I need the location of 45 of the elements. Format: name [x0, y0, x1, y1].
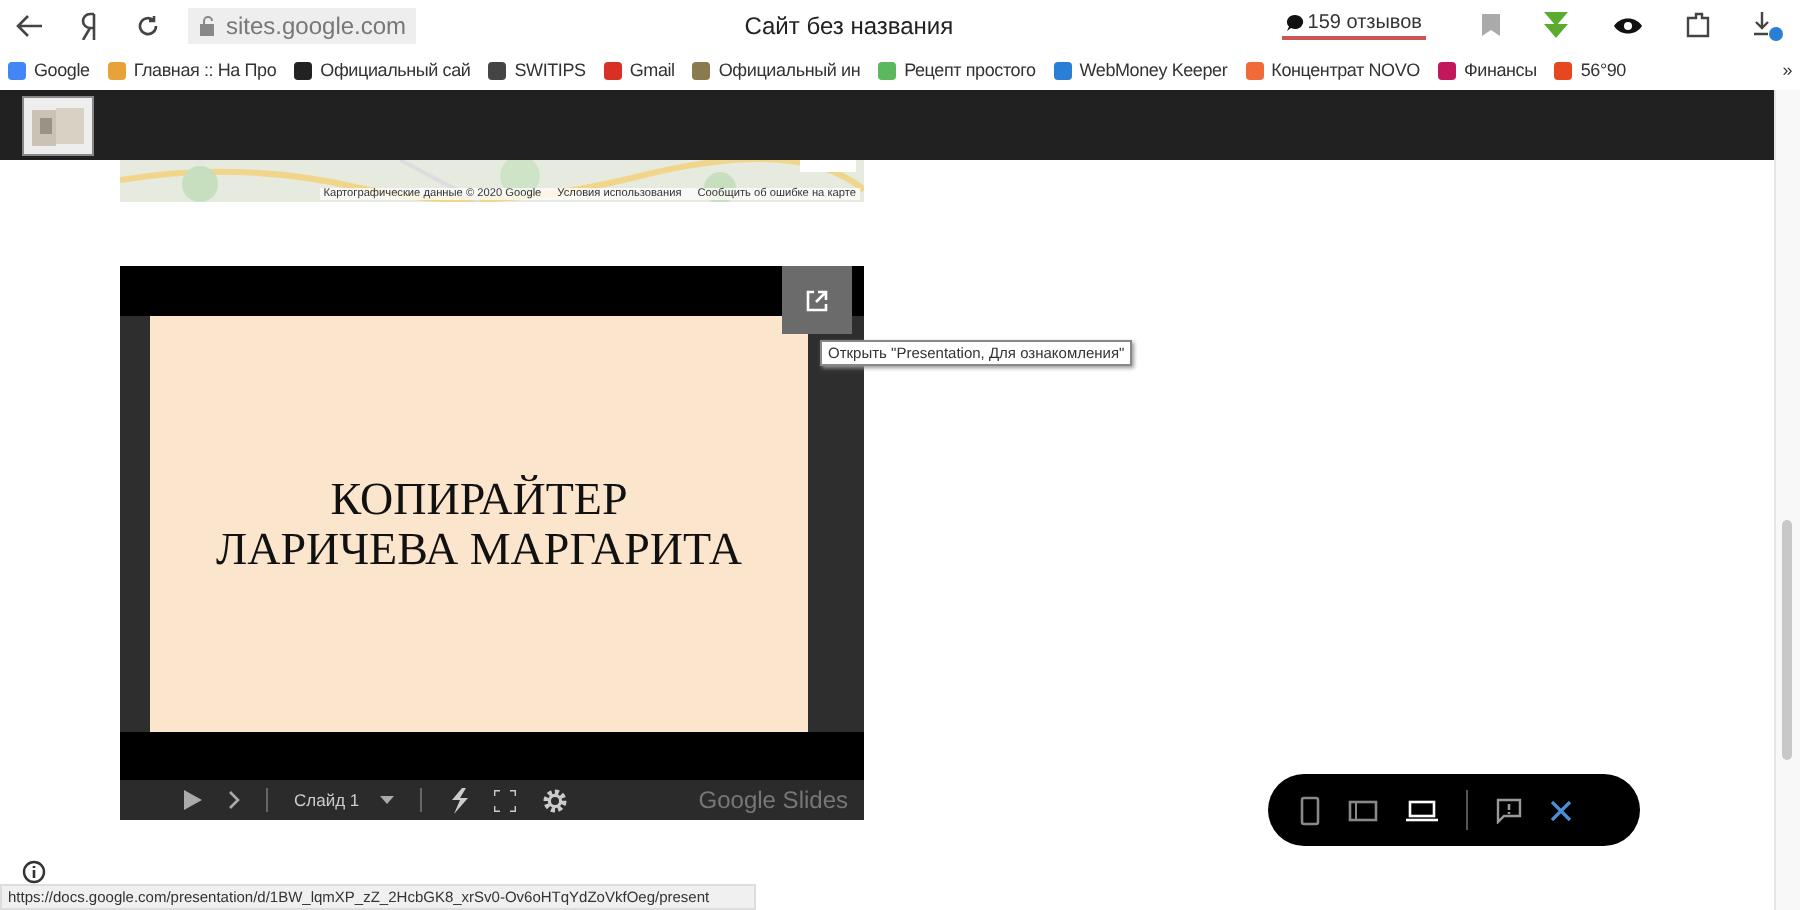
- brand-text: Google Slides: [698, 786, 848, 814]
- extension-icon[interactable]: [1684, 11, 1712, 39]
- slide-selector[interactable]: Слайд 1: [294, 790, 394, 810]
- download-arrow-icon[interactable]: [1540, 11, 1572, 39]
- laptop-icon[interactable]: [1406, 799, 1438, 821]
- play-icon[interactable]: [184, 790, 202, 810]
- laser-pointer-icon[interactable]: [447, 787, 468, 813]
- scrollbar-thumb[interactable]: [1782, 520, 1792, 760]
- downloads-icon[interactable]: [1752, 9, 1784, 41]
- bookmark-item[interactable]: 56°90: [1554, 60, 1626, 80]
- bookmark-item[interactable]: Официальный ин: [692, 60, 861, 80]
- bookmark-item[interactable]: Gmail: [603, 60, 675, 80]
- reviews-button[interactable]: 159 отзывов: [1281, 10, 1426, 40]
- address-bar[interactable]: sites.google.com: [188, 7, 417, 43]
- bookmark-item[interactable]: SWITIPS: [488, 60, 586, 80]
- reload-icon[interactable]: [136, 13, 160, 37]
- feedback-icon[interactable]: [1496, 797, 1522, 823]
- bookmark-item[interactable]: Концентрат NOVO: [1245, 60, 1420, 80]
- bookmark-item[interactable]: Официальный сай: [294, 60, 471, 80]
- slide-title: КОПИРАЙТЕР: [330, 473, 628, 524]
- address-text: sites.google.com: [226, 11, 407, 39]
- bookmark-item[interactable]: Рецепт простого: [878, 60, 1036, 80]
- settings-icon[interactable]: [541, 787, 568, 813]
- bookmark-item[interactable]: Финансы: [1437, 60, 1537, 80]
- bookmark-item[interactable]: Главная :: На Про: [107, 60, 277, 80]
- page-title: Сайт без названия: [742, 11, 956, 39]
- fullscreen-icon[interactable]: [493, 789, 516, 811]
- open-in-new-icon: [806, 289, 828, 311]
- open-in-new-button[interactable]: [782, 266, 852, 334]
- caret-icon: [379, 796, 394, 804]
- close-icon[interactable]: [1550, 799, 1572, 821]
- info-icon[interactable]: [22, 860, 46, 884]
- lock-icon: [198, 15, 216, 35]
- phone-icon[interactable]: [1300, 795, 1320, 825]
- back-icon[interactable]: [16, 13, 44, 37]
- bookmark-item[interactable]: WebMoney Keeper: [1053, 60, 1228, 80]
- speech-bubble-icon: [1285, 14, 1304, 32]
- logo-picture-icon[interactable]: [22, 95, 94, 155]
- more-bookmarks-button[interactable]: »: [1782, 60, 1792, 80]
- eye-icon[interactable]: [1612, 15, 1644, 35]
- bookmark-item[interactable]: Google: [8, 60, 90, 80]
- next-icon[interactable]: [228, 790, 240, 810]
- slide-title: ЛАРИЧЕВА МАРГАРИТА: [215, 524, 743, 575]
- yandex-logo-icon[interactable]: [80, 11, 100, 39]
- tablet-icon[interactable]: [1348, 799, 1378, 821]
